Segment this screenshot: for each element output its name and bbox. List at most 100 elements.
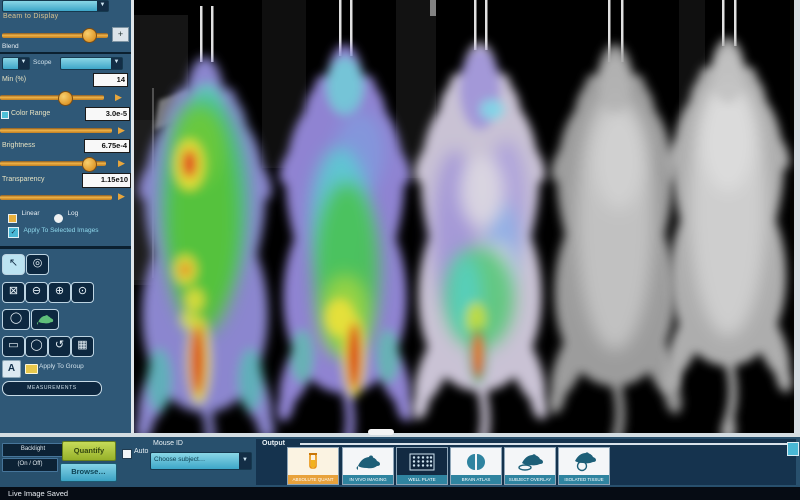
chevron-down-icon: ▼ bbox=[18, 58, 29, 69]
auto-checkbox[interactable] bbox=[122, 449, 132, 459]
free-roi-button[interactable]: ↺ bbox=[48, 336, 71, 357]
slider-arrow-icon[interactable]: ▶ bbox=[118, 159, 125, 168]
display-mode-value bbox=[3, 1, 108, 2]
slider-arrow-icon[interactable]: ▶ bbox=[118, 192, 125, 201]
brightness-slider-knob[interactable] bbox=[82, 157, 97, 172]
apply-group-label: Apply To Group bbox=[39, 363, 84, 370]
bottom-toolbar: Backlight (On / Off) Quantify Browse… Au… bbox=[0, 437, 800, 487]
status-text: Live Image Saved bbox=[8, 489, 68, 498]
slider-arrow-icon[interactable]: ▶ bbox=[115, 93, 122, 102]
output-button-brain[interactable]: BRAIN ATLAS bbox=[450, 447, 502, 485]
browse-button[interactable]: Browse… bbox=[60, 463, 117, 482]
grid-icon: ▦ bbox=[77, 339, 87, 351]
output-button-vial[interactable]: ABSOLUTE QUANT bbox=[287, 447, 339, 485]
min-slider-track[interactable] bbox=[0, 95, 104, 100]
color-range-label: Color Range bbox=[11, 110, 50, 117]
pointer-tool-button[interactable]: ↖ bbox=[2, 254, 25, 275]
mouse-icon bbox=[343, 448, 393, 475]
apply-images-label: Apply To Selected Images bbox=[23, 227, 98, 234]
vial-icon bbox=[288, 448, 338, 475]
zoom-out-button[interactable]: ⊖ bbox=[25, 282, 48, 303]
log-radio[interactable] bbox=[54, 214, 63, 223]
rect-icon: ▭ bbox=[8, 339, 18, 351]
left-control-panel: ▼ Beam to Display + Blend ▼ Scope ▼ Min … bbox=[0, 0, 131, 434]
mouse-id-label: Mouse ID bbox=[153, 440, 183, 447]
folder-icon[interactable] bbox=[25, 364, 38, 374]
zoom-in-icon: ⊕ bbox=[55, 285, 64, 297]
backlight-button[interactable]: Backlight bbox=[2, 443, 64, 457]
brightness-label: Brightness bbox=[2, 142, 35, 149]
zoom-in-button[interactable]: ⊕ bbox=[48, 282, 71, 303]
groupbox-rule bbox=[300, 443, 792, 445]
linear-radio-label: Linear bbox=[21, 210, 39, 217]
pan-tool-button[interactable]: ⊠ bbox=[2, 282, 25, 303]
brain-icon bbox=[451, 448, 501, 475]
grid-roi-button[interactable]: ▦ bbox=[71, 336, 94, 357]
display-mode-dropdown[interactable]: ▼ bbox=[2, 0, 109, 12]
blend-mode-dropdown[interactable]: ▼ bbox=[2, 57, 30, 70]
rect-roi-button[interactable]: ▭ bbox=[2, 336, 25, 357]
mouse-dish-icon bbox=[505, 448, 555, 475]
apply-images-row: ✓ Apply To Selected Images bbox=[8, 227, 99, 245]
zoom-out-icon: ⊖ bbox=[32, 285, 41, 297]
beam-to-display-label: Beam to Display bbox=[3, 13, 58, 20]
output-button-label: ABSOLUTE QUANT bbox=[288, 475, 338, 484]
transparency-label: Transparency bbox=[2, 176, 45, 183]
ellipse-icon: ◯ bbox=[10, 312, 22, 324]
onoff-button[interactable]: (On / Off) bbox=[2, 458, 58, 472]
transparency-value-field[interactable]: 1.15e10 bbox=[82, 173, 131, 188]
brightness-value-field[interactable]: 6.75e-4 bbox=[84, 139, 130, 153]
chevron-down-icon: ▼ bbox=[111, 58, 122, 69]
quantify-button[interactable]: Quantify bbox=[62, 441, 116, 461]
chevron-down-icon: ▼ bbox=[97, 1, 108, 11]
output-button-subject[interactable]: SUBJECT OVERLAY bbox=[504, 447, 556, 485]
blend-section-label: Blend bbox=[2, 43, 19, 50]
frames-slider-knob[interactable] bbox=[82, 28, 97, 43]
mouse-ring-icon bbox=[559, 448, 609, 475]
add-frame-button[interactable]: + bbox=[112, 27, 129, 42]
output-button-label: BRAIN ATLAS bbox=[451, 475, 501, 484]
zoom-reset-button[interactable]: ⊙ bbox=[71, 282, 94, 303]
mouse-5 bbox=[658, 37, 794, 433]
pan-icon: ⊠ bbox=[9, 285, 18, 297]
output-button-label: ISOLATED TISSUE bbox=[559, 475, 609, 484]
mouse-roi-button[interactable] bbox=[31, 309, 59, 330]
scale-mode-group: Linear Log bbox=[8, 210, 78, 228]
horizontal-scrollbar-thumb[interactable] bbox=[368, 429, 394, 435]
subject-image bbox=[134, 0, 794, 433]
output-button-label: SUBJECT OVERLAY bbox=[505, 475, 555, 484]
scope-label: Scope bbox=[33, 59, 51, 66]
ellipse-roi-button[interactable]: ◯ bbox=[2, 309, 30, 330]
image-canvas[interactable] bbox=[134, 0, 794, 433]
linear-radio[interactable] bbox=[8, 214, 17, 223]
divider bbox=[794, 0, 800, 433]
status-bar: Live Image Saved bbox=[0, 487, 800, 500]
mouse-icon bbox=[36, 313, 54, 325]
transparency-slider-track[interactable] bbox=[0, 195, 112, 200]
min-slider-label: Min (%) bbox=[2, 76, 26, 83]
measurements-button[interactable]: MEASUREMENTS bbox=[2, 381, 102, 396]
output-panel-title: Output bbox=[262, 440, 285, 447]
circle-icon: ◯ bbox=[30, 339, 42, 351]
divider bbox=[0, 52, 131, 54]
divider bbox=[0, 246, 131, 249]
palette-dropdown[interactable]: ▼ bbox=[60, 57, 123, 70]
log-radio-label: Log bbox=[67, 210, 78, 217]
color-range-value-field[interactable]: 3.0e-5 bbox=[85, 107, 130, 121]
annotation-tool-button[interactable]: A bbox=[2, 360, 21, 378]
crosshair-icon: ◎ bbox=[33, 257, 43, 269]
output-button-tissue[interactable]: ISOLATED TISSUE bbox=[558, 447, 610, 485]
min-slider-knob[interactable] bbox=[58, 91, 73, 106]
crosshair-tool-button[interactable]: ◎ bbox=[26, 254, 49, 275]
circle-roi-button[interactable]: ◯ bbox=[25, 336, 48, 357]
apply-images-checkbox[interactable]: ✓ bbox=[8, 227, 19, 238]
mouse-id-dropdown[interactable]: Choose subject… ▼ bbox=[150, 452, 252, 470]
panel-scroll-button[interactable] bbox=[787, 442, 799, 456]
slider-arrow-icon[interactable]: ▶ bbox=[118, 126, 125, 135]
color-range-slider-track[interactable] bbox=[0, 128, 112, 133]
output-button-wellplate[interactable]: WELL PLATE bbox=[396, 447, 448, 485]
output-panel: Output ABSOLUTE QUANT bbox=[256, 439, 796, 485]
min-value-field[interactable]: 14 bbox=[93, 73, 128, 87]
output-button-label: WELL PLATE bbox=[397, 475, 447, 484]
output-button-invivo[interactable]: IN VIVO IMAGING bbox=[342, 447, 394, 485]
